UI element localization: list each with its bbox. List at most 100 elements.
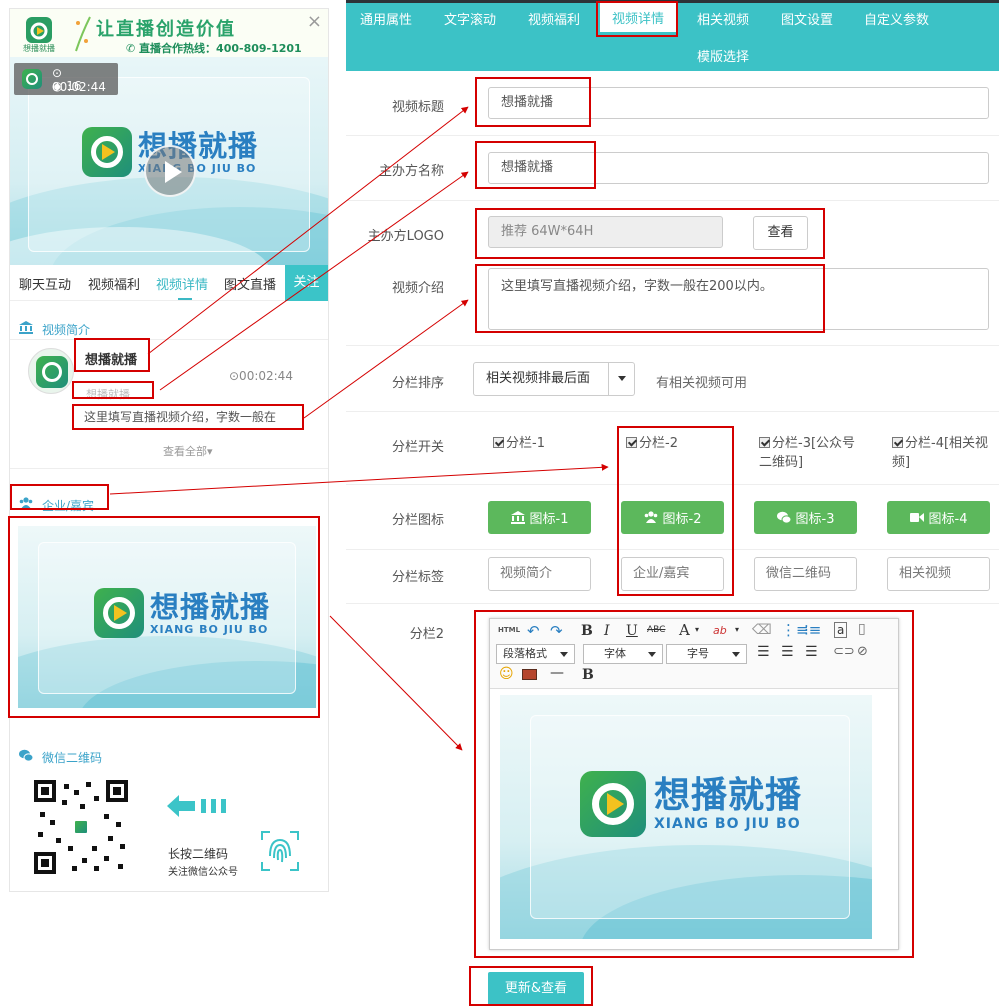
font-size-select[interactable]: 字号 [666, 644, 747, 664]
font-family-select[interactable]: 字体 [583, 644, 663, 664]
checkbox-checked-icon[interactable] [759, 437, 770, 448]
brand-name-cn: 想播就播 [150, 589, 271, 624]
tab-general[interactable]: 通用属性 [360, 9, 412, 28]
company-brand-logo: 想播就播 XIANG BO JIU BO [94, 588, 270, 638]
column-switch-4[interactable]: 分栏-4[相关视频] [892, 434, 992, 472]
bank-icon [510, 511, 525, 524]
column-switch-1-label: 分栏-1 [506, 436, 545, 451]
undo-icon[interactable]: ↶ [527, 622, 540, 640]
icon-3-label: 图标-3 [795, 512, 835, 527]
host-logo-input[interactable]: 推荐 64W*64H [488, 216, 723, 248]
tag-4-input[interactable]: 相关视频 [887, 557, 990, 591]
promo-banner: 想播就播 让直播创造价值 ✆ 直播合作热线：400-809-1201 × [10, 9, 328, 57]
phone-tab-benefits[interactable]: 视频福利 [88, 274, 140, 293]
video-intro-label: 视频介绍 [391, 281, 444, 296]
arrow-left-icon [167, 795, 226, 817]
row-divider [346, 135, 999, 136]
paragraph-format-select[interactable]: 段落格式 [496, 644, 575, 664]
highlight-icon[interactable]: ab [713, 624, 727, 637]
tag-3-input[interactable]: 微信二维码 [754, 557, 857, 591]
company-section-title: 企业/嘉宾 [42, 499, 95, 513]
tag-2-input[interactable]: 企业/嘉宾 [621, 557, 724, 591]
editor-brand-logo: 想播就播 XIANG BO JIU BO [580, 771, 802, 837]
phone-tab-bar: 聊天互动 视频福利 视频详情 图文直播 关注 [10, 265, 328, 301]
qr-hint-sub: 关注微信公众号 [168, 867, 238, 878]
editor-image[interactable]: 想播就播 XIANG BO JIU BO [500, 695, 872, 939]
icon-4-button[interactable]: 图标-4 [887, 501, 990, 534]
unlink-icon[interactable]: ⊘ [857, 644, 868, 659]
tab-video-benefits[interactable]: 视频福利 [528, 9, 580, 28]
follow-button[interactable]: 关注 [285, 265, 328, 301]
row-divider [346, 200, 999, 201]
column-switch-label: 分栏开关 [391, 440, 444, 455]
host-name-input[interactable]: 想播就播 [488, 152, 989, 184]
bold-icon[interactable]: B [581, 623, 593, 639]
redo-icon[interactable]: ↷ [550, 622, 563, 640]
phone-tab-graphic-live[interactable]: 图文直播 [224, 274, 276, 293]
tab-related-videos[interactable]: 相关视频 [697, 9, 749, 28]
eraser-icon[interactable]: ⌫ [752, 622, 772, 638]
icon-2-button[interactable]: 图标-2 [621, 501, 724, 534]
column-order-select[interactable]: 相关视频排最后面 [473, 362, 609, 396]
update-and-view-button[interactable]: 更新&查看 [488, 972, 584, 1006]
column-tag-label: 分栏标签 [391, 570, 444, 585]
document-icon[interactable]: ▯ [858, 621, 866, 637]
chevron-down-icon[interactable]: ▾ [735, 625, 739, 634]
video-title-label: 视频标题 [391, 100, 444, 115]
checkbox-checked-icon[interactable] [493, 437, 504, 448]
video-title-input[interactable]: 想播就播 [488, 87, 989, 119]
emoji-icon[interactable]: ☺ [499, 666, 514, 682]
icon-3-button[interactable]: 图标-3 [754, 501, 857, 534]
tab-template-select[interactable]: 模版选择 [697, 46, 749, 65]
column-order-caret[interactable] [608, 362, 635, 396]
row-divider [346, 484, 999, 485]
column-switch-2-label: 分栏-2 [639, 436, 678, 451]
image-icon[interactable] [522, 669, 537, 680]
link-icon[interactable]: ⊂⊃ [833, 644, 855, 659]
column-switch-3[interactable]: 分栏-3[公众号二维码] [759, 434, 859, 472]
unordered-list-icon[interactable]: ⁝≡ [804, 621, 821, 639]
underline-icon[interactable]: U [626, 623, 638, 639]
video-intro-textarea[interactable]: 这里填写直播视频介绍，字数一般在200以内。 [488, 268, 989, 330]
editor-toolbar: HTML ↶ ↷ B I U ABC A ▾ ab ▾ ⌫ ⋮≡ ⁝≡ a ▯ … [490, 619, 898, 689]
play-icon[interactable] [144, 145, 196, 197]
align-right-icon[interactable]: ☰ [805, 644, 818, 660]
close-icon[interactable]: × [307, 11, 322, 32]
tab-custom-params[interactable]: 自定义参数 [864, 9, 929, 28]
view-all-link[interactable]: 查看全部▾ [163, 443, 213, 459]
phone-tab-chat[interactable]: 聊天互动 [19, 274, 71, 293]
view-logo-button[interactable]: 查看 [753, 216, 808, 250]
brand-mark-icon [82, 127, 132, 177]
align-left-icon[interactable]: ☰ [757, 644, 770, 660]
video-player[interactable]: 想播就播 XIANG BO JIU BO ⊙ 00:02:44 ◉ 16 [10, 57, 328, 265]
font-color-icon[interactable]: A [679, 621, 690, 639]
column2-label: 分栏2 [409, 627, 444, 642]
bold-icon[interactable]: B [582, 667, 594, 683]
align-center-icon[interactable]: ☰ [781, 644, 794, 660]
anchor-icon[interactable]: a [834, 622, 848, 638]
rich-text-editor[interactable]: HTML ↶ ↷ B I U ABC A ▾ ab ▾ ⌫ ⋮≡ ⁝≡ a ▯ … [489, 618, 899, 950]
html-source-icon[interactable]: HTML [498, 626, 520, 634]
column-switch-1[interactable]: 分栏-1 [493, 434, 603, 453]
column-switch-2[interactable]: 分栏-2 [626, 434, 726, 453]
tab-text-scroll[interactable]: 文字滚动 [444, 9, 496, 28]
tag-1-input[interactable]: 视频简介 [488, 557, 591, 591]
intro-duration: ⊙00:02:44 [229, 369, 293, 383]
host-logo-label: 主办方LOGO [367, 229, 444, 244]
wechat-qr-area: 长按二维码 关注微信公众号 [10, 774, 328, 892]
tab-graphic-settings[interactable]: 图文设置 [781, 9, 833, 28]
company-section-header: 企业/嘉宾 [10, 489, 328, 519]
checkbox-checked-icon[interactable] [892, 437, 903, 448]
strikethrough-icon[interactable]: ABC [647, 625, 665, 635]
phone-tab-details[interactable]: 视频详情 [156, 274, 208, 293]
italic-icon[interactable]: I [604, 623, 610, 639]
brand-mark-icon [580, 771, 646, 837]
row-divider [346, 345, 999, 346]
users-icon [644, 511, 657, 523]
video-camera-icon [909, 513, 924, 522]
checkbox-checked-icon[interactable] [626, 437, 637, 448]
chevron-down-icon[interactable]: ▾ [695, 625, 699, 634]
horizontal-rule-icon[interactable]: — [550, 665, 564, 681]
company-image: 想播就播 XIANG BO JIU BO [18, 526, 316, 708]
icon-1-button[interactable]: 图标-1 [488, 501, 591, 534]
